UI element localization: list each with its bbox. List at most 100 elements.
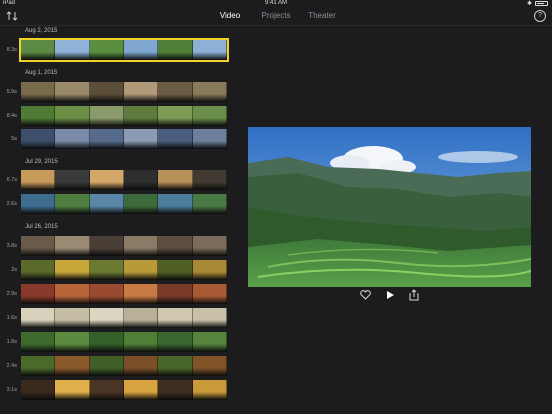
clip-thumbnail xyxy=(89,308,124,328)
clip-thumbnail xyxy=(192,194,227,214)
clip-thumbnail xyxy=(89,40,124,60)
clip-thumbnail xyxy=(89,332,124,352)
favorite-button[interactable] xyxy=(359,289,371,301)
clip-strip[interactable] xyxy=(21,260,227,280)
clip-thumbnail xyxy=(158,284,193,304)
clip-thumbnail xyxy=(192,284,227,304)
status-right: ✱ xyxy=(527,0,548,7)
clip-strip[interactable] xyxy=(21,82,227,102)
clip-thumbnail xyxy=(89,194,124,214)
tab-theater[interactable]: Theater xyxy=(299,11,345,20)
clip-thumbnail xyxy=(123,308,159,328)
clip-thumbnail xyxy=(21,194,56,214)
bluetooth-icon: ✱ xyxy=(526,1,532,7)
clip-duration: 1.8s xyxy=(6,339,17,345)
clip-thumbnail xyxy=(123,194,159,214)
clip-strip[interactable] xyxy=(21,284,227,304)
clip-strip[interactable] xyxy=(21,129,227,149)
clip-thumbnail xyxy=(89,284,124,304)
clip-thumbnail xyxy=(89,106,124,126)
clip-thumbnail xyxy=(55,308,90,328)
clip-thumbnail xyxy=(123,332,159,352)
status-bar: iPad 9:41 AM ✱ xyxy=(0,0,552,8)
date-header: Jul 29, 2015 xyxy=(25,159,58,165)
clip-thumbnail xyxy=(55,284,90,304)
clip-strip[interactable] xyxy=(21,308,227,328)
clip-strip[interactable] xyxy=(21,236,227,256)
tab-bar: Video Projects Theater xyxy=(0,11,552,20)
clip-strip[interactable] xyxy=(21,332,227,352)
playback-controls xyxy=(248,289,531,303)
clip-thumbnail xyxy=(158,356,193,376)
clip-thumbnail xyxy=(21,40,56,60)
share-button[interactable] xyxy=(408,289,420,301)
clip-thumbnail xyxy=(89,356,124,376)
clip-thumbnail xyxy=(192,308,227,328)
clip-thumbnail xyxy=(192,170,227,190)
clip-thumbnail xyxy=(55,170,90,190)
clip-thumbnail xyxy=(55,332,90,352)
clip-duration: 2.9s xyxy=(6,291,17,297)
clip-thumbnail xyxy=(123,380,159,400)
clip-duration: 2.6s xyxy=(6,201,17,207)
tab-video[interactable]: Video xyxy=(207,11,253,20)
clip-thumbnail xyxy=(158,308,193,328)
clip-thumbnail xyxy=(55,260,90,280)
clip-duration: 8.3s xyxy=(6,47,17,53)
clip-thumbnail xyxy=(89,260,124,280)
clip-thumbnail xyxy=(123,284,159,304)
clip-thumbnail xyxy=(21,236,56,256)
clip-duration: 5s xyxy=(11,136,17,142)
play-button[interactable] xyxy=(384,289,396,301)
clip-thumbnail xyxy=(123,260,159,280)
help-button[interactable]: ? xyxy=(534,10,546,22)
clip-strip[interactable] xyxy=(21,106,227,126)
clip-strip[interactable] xyxy=(21,356,227,376)
clip-thumbnail xyxy=(21,260,56,280)
clip-thumbnail xyxy=(192,356,227,376)
clip-thumbnail xyxy=(158,82,193,102)
divider xyxy=(0,25,552,26)
clip-thumbnail xyxy=(89,236,124,256)
clip-thumbnail xyxy=(123,106,159,126)
clip-thumbnail xyxy=(158,40,193,60)
clip-thumbnail xyxy=(89,380,124,400)
clip-thumbnail xyxy=(123,170,159,190)
clip-thumbnail xyxy=(21,82,56,102)
clip-thumbnail xyxy=(55,356,90,376)
clip-thumbnail xyxy=(123,40,159,60)
clip-thumbnail xyxy=(123,356,159,376)
clip-thumbnail xyxy=(21,380,56,400)
clip-strip[interactable] xyxy=(21,380,227,400)
clock: 9:41 AM xyxy=(264,0,287,6)
clip-duration: 8.4s xyxy=(6,113,17,119)
clip-thumbnail xyxy=(21,284,56,304)
date-header: Aug 1, 2015 xyxy=(25,70,58,76)
clip-strip[interactable] xyxy=(21,170,227,190)
share-icon xyxy=(409,289,419,301)
clip-thumbnail xyxy=(21,356,56,376)
clip-thumbnail xyxy=(55,82,90,102)
clip-thumbnail xyxy=(192,260,227,280)
clip-strip[interactable] xyxy=(21,194,227,214)
clip-thumbnail xyxy=(123,236,159,256)
clip-thumbnail xyxy=(158,260,193,280)
clip-thumbnail xyxy=(158,129,193,149)
clip-thumbnail xyxy=(158,106,193,126)
clip-duration: 2s xyxy=(11,267,17,273)
clip-thumbnail xyxy=(21,308,56,328)
clip-thumbnail xyxy=(123,129,159,149)
clip-duration: 2.4s xyxy=(6,363,17,369)
clip-thumbnail xyxy=(55,194,90,214)
clip-thumbnail xyxy=(89,170,124,190)
clip-duration: 5.9s xyxy=(6,89,17,95)
clip-thumbnail xyxy=(55,40,90,60)
clip-thumbnail xyxy=(158,170,193,190)
clip-thumbnail xyxy=(21,332,56,352)
clip-strip-selected[interactable] xyxy=(19,38,229,62)
clip-duration: 3.1s xyxy=(6,387,17,393)
clip-duration: 1.6s xyxy=(6,315,17,321)
clip-thumbnail xyxy=(55,380,90,400)
video-preview[interactable] xyxy=(248,127,531,287)
tab-projects[interactable]: Projects xyxy=(253,11,299,20)
